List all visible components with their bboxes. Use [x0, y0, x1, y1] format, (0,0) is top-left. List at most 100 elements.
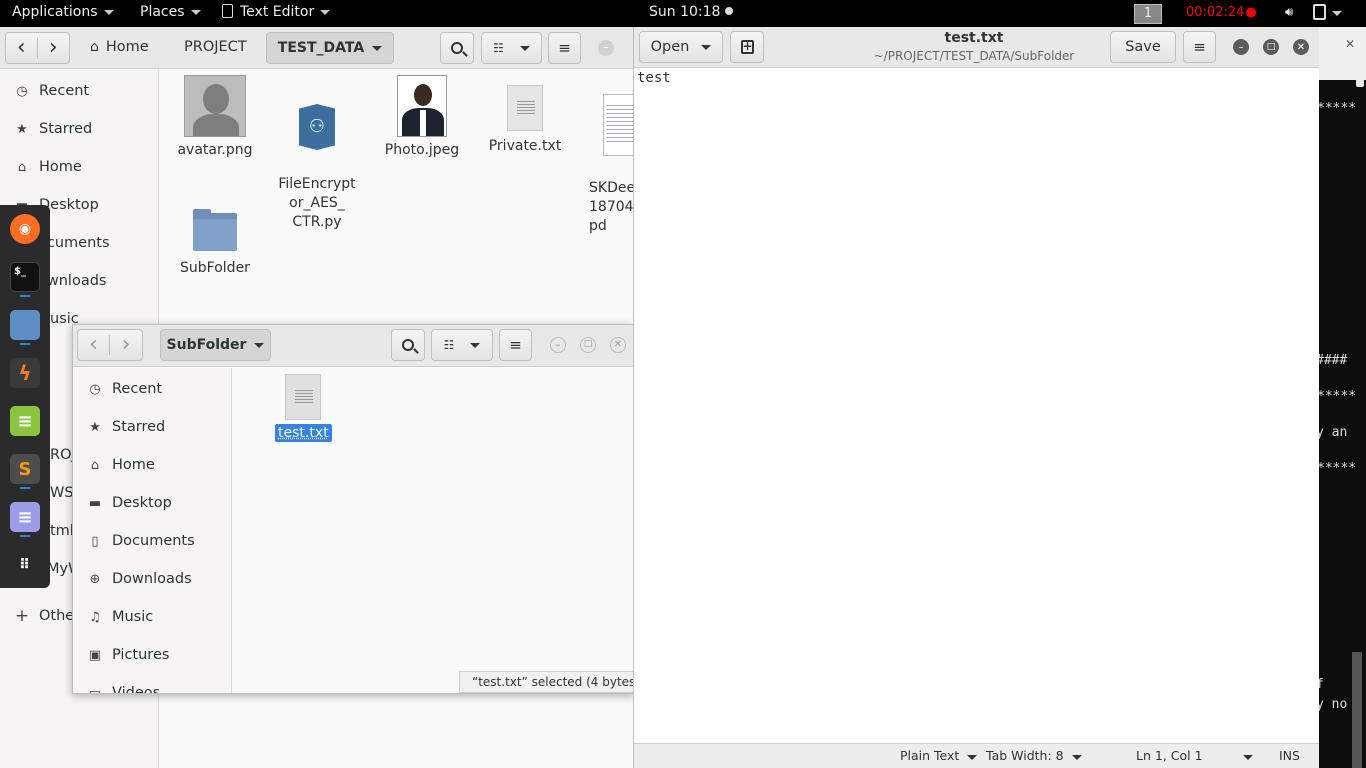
- menu-button[interactable]: ≡: [499, 329, 532, 361]
- language-selector[interactable]: Plain Text: [900, 748, 978, 763]
- text-view[interactable]: test: [634, 69, 1319, 743]
- sidebar-item-label: tml: [50, 523, 74, 539]
- file-item[interactable]: Private.txt: [484, 75, 566, 156]
- sidebar-item-aws[interactable]: WS: [50, 474, 74, 512]
- home-icon: ⌂: [17, 159, 27, 175]
- search-icon: [402, 339, 419, 354]
- running-indicator: [20, 535, 30, 537]
- sidebar-item-recent[interactable]: ◷ Recent: [73, 370, 162, 408]
- active-app-menu[interactable]: Text Editor: [222, 4, 331, 20]
- sidebar-item-other-locations[interactable]: + Othe: [0, 597, 74, 635]
- text-editor-window: Open + test.txt ~/PROJECT/TEST_DATA/SubF…: [633, 27, 1319, 768]
- back-button[interactable]: ‹: [6, 37, 38, 59]
- burp-icon[interactable]: ϟ: [10, 358, 40, 388]
- path-home[interactable]: ⌂ Home: [90, 39, 149, 55]
- sidebar-item-music[interactable]: ♫ Music: [73, 598, 153, 636]
- open-button[interactable]: Open: [639, 31, 723, 63]
- path-test-data[interactable]: TEST_DATA: [266, 32, 394, 64]
- places-label: Places: [140, 4, 185, 20]
- clock[interactable]: Sun 10:18: [649, 4, 734, 20]
- cursor-position-label: Ln 1, Col 1: [1136, 748, 1203, 763]
- workspace-indicator[interactable]: 1: [1134, 4, 1162, 24]
- sidebar-item-desktop[interactable]: ▬ Desktop: [73, 484, 172, 522]
- editor-headerbar: Open + test.txt ~/PROJECT/TEST_DATA/SubF…: [634, 27, 1319, 68]
- sublime-icon[interactable]: S: [10, 454, 40, 484]
- download-icon: ⊕: [89, 571, 101, 587]
- path-home-label: Home: [105, 39, 149, 55]
- chevron-down-icon: [1071, 755, 1082, 760]
- minimize-button[interactable]: –: [598, 40, 614, 56]
- search-button[interactable]: [440, 32, 474, 64]
- file-item[interactable]: SubFolder: [174, 208, 256, 278]
- close-icon[interactable]: ✕: [1342, 37, 1358, 53]
- plus-icon: +: [14, 606, 30, 626]
- forward-button[interactable]: ›: [38, 37, 69, 59]
- menu-button[interactable]: ≡: [548, 32, 581, 64]
- sidebar-item-pictures[interactable]: ▣ Pictures: [73, 636, 170, 674]
- terminal-icon[interactable]: $_: [10, 262, 40, 292]
- photo-image-icon: [397, 75, 447, 137]
- file-item-selected[interactable]: test.txt: [275, 374, 332, 443]
- cursor-position-selector[interactable]: Ln 1, Col 1: [1136, 748, 1253, 763]
- places-menu[interactable]: Places: [140, 4, 201, 20]
- running-indicator: [20, 295, 30, 297]
- file-item[interactable]: SKDee 18704 pd: [586, 75, 640, 255]
- forward-button[interactable]: ›: [110, 334, 142, 356]
- path-project[interactable]: PROJECT: [184, 39, 247, 55]
- sidebar-item-recent[interactable]: ◷ Recent: [0, 72, 89, 110]
- close-button[interactable]: ✕: [1293, 39, 1309, 55]
- selection-status: “test.txt” selected (4 bytes): [459, 671, 640, 693]
- file-item[interactable]: avatar.png: [174, 75, 256, 160]
- file-item[interactable]: ⚇ FileEncrypt or_AES_ CTR.py: [275, 75, 359, 251]
- sidebar-item-label: Pictures: [112, 647, 170, 663]
- back-button[interactable]: ‹: [78, 334, 110, 356]
- view-options-button[interactable]: ☷: [481, 32, 542, 64]
- running-indicator: [20, 487, 30, 489]
- new-tab-button[interactable]: +: [730, 31, 764, 63]
- nav-buttons: ‹ ›: [5, 32, 70, 64]
- sidebar-item-videos[interactable]: ▭ Videos: [73, 674, 160, 693]
- save-button[interactable]: Save: [1110, 31, 1176, 63]
- chevron-down-icon: [967, 755, 978, 760]
- terminal-background[interactable]: ***** #### ***** y an ***** f y no: [1316, 27, 1366, 768]
- maximize-button[interactable]: □: [580, 337, 596, 353]
- file-name: Private.txt: [488, 138, 562, 154]
- sidebar-item-label: Desktop: [112, 495, 172, 511]
- text-editor-icon[interactable]: ≡: [10, 502, 40, 532]
- libreoffice-icon[interactable]: ≡: [10, 406, 40, 436]
- file-name: SubFolder: [180, 260, 250, 276]
- sidebar-item-downloads[interactable]: ⊕ Downloads: [73, 560, 192, 598]
- power-menu[interactable]: [1313, 4, 1342, 21]
- sidebar-item-starred[interactable]: ★ Starred: [73, 408, 165, 446]
- minimize-button[interactable]: –: [550, 337, 566, 353]
- sidebar-item-label: Home: [39, 159, 82, 175]
- home-icon: ⌂: [90, 39, 99, 55]
- close-button[interactable]: ✕: [610, 337, 626, 353]
- sidebar-item-html[interactable]: tml: [50, 512, 74, 550]
- file-item[interactable]: Photo.jpeg: [381, 75, 463, 160]
- battery-icon: [1313, 4, 1326, 20]
- files-icon[interactable]: [10, 310, 40, 340]
- chevron-down-icon: [1332, 10, 1342, 16]
- terminal-scrollbar[interactable]: [1352, 652, 1362, 768]
- minimize-button[interactable]: –: [1233, 39, 1249, 55]
- path-subfolder[interactable]: SubFolder: [160, 329, 271, 361]
- menu-button[interactable]: ≡: [1183, 31, 1216, 63]
- applications-menu[interactable]: Applications: [12, 4, 114, 20]
- sidebar-item-home[interactable]: ⌂ Home: [0, 148, 82, 186]
- maximize-button[interactable]: □: [1263, 39, 1279, 55]
- notification-dot-icon: [725, 7, 734, 15]
- tab-width-selector[interactable]: Tab Width: 8: [986, 748, 1082, 763]
- sidebar-item-home[interactable]: ⌂ Home: [73, 446, 155, 484]
- search-button[interactable]: [391, 329, 425, 361]
- firefox-icon[interactable]: ◉: [10, 214, 40, 244]
- running-indicator: [20, 343, 30, 345]
- sidebar-item-documents[interactable]: ▯ Documents: [73, 522, 194, 560]
- chevron-down-icon: [372, 45, 383, 51]
- view-options-button[interactable]: ☷: [431, 329, 493, 361]
- files-grid: test.txt “test.txt” selected (4 bytes): [233, 368, 640, 693]
- file-name: avatar.png: [177, 142, 253, 158]
- sidebar-item-starred[interactable]: ★ Starred: [0, 110, 92, 148]
- app-grid-icon[interactable]: ⠿: [10, 550, 40, 580]
- volume-icon[interactable]: 🔊︎: [1285, 5, 1293, 20]
